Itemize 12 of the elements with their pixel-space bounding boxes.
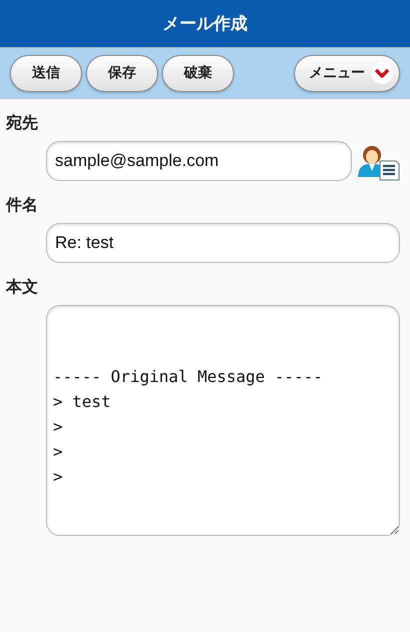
chevron-down-icon [371, 62, 393, 84]
subject-field[interactable]: Re: test [46, 223, 400, 263]
field-label: 宛先 [4, 112, 39, 134]
toolbar-button[interactable]: 保存 [86, 54, 158, 92]
field-label: 件名 [4, 194, 39, 216]
page-title: メール作成 [162, 13, 248, 35]
toolbar-button[interactable]: 送信 [10, 54, 82, 92]
toolbar-button[interactable]: 破棄 [162, 54, 234, 92]
body-field[interactable]: ----- Original Message ----- > test > > > [46, 305, 400, 536]
address-field[interactable]: sample@sample.com [46, 141, 352, 181]
field-label: 本文 [4, 276, 39, 298]
menu-button[interactable]: メニュー [294, 54, 400, 92]
